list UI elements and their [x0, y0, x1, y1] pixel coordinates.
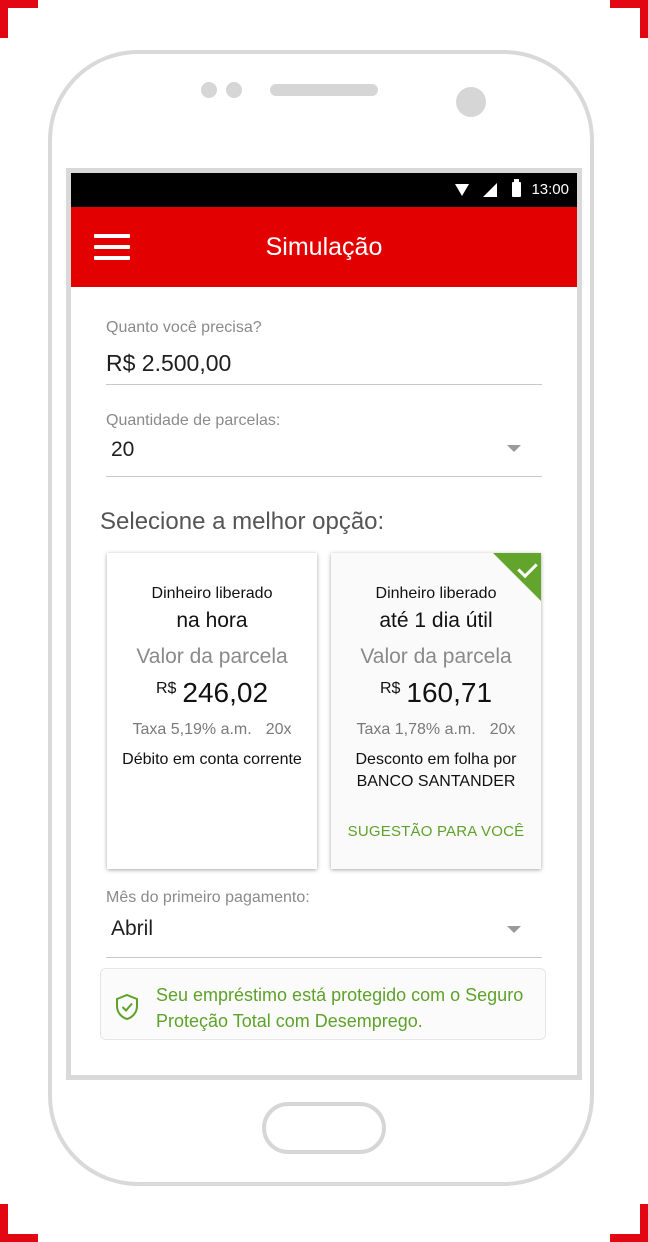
first-payment-select[interactable]: Abril [111, 917, 153, 941]
interest-rate: Taxa 1,78% a.m. [356, 721, 476, 738]
wifi-icon [455, 184, 469, 196]
release-time: até 1 dia útil [379, 609, 493, 632]
front-camera [456, 87, 486, 117]
first-payment-underline [106, 957, 542, 958]
home-button[interactable] [262, 1102, 386, 1154]
amount-input[interactable]: R$ 2.500,00 [106, 350, 231, 377]
amount-underline [106, 384, 542, 385]
signal-icon [483, 183, 497, 197]
payment-description: Débito em conta corrente [122, 751, 302, 768]
speaker-grille [270, 84, 378, 96]
suggestion-label: SUGESTÃO PARA VOCÊ [347, 823, 525, 840]
frame-corner-bottom-left [0, 1204, 38, 1242]
installment-label: Valor da parcela [360, 645, 512, 668]
installment-count: 20x [489, 721, 516, 738]
release-label: Dinheiro liberado [375, 585, 497, 602]
release-time: na hora [176, 609, 248, 632]
chevron-down-icon[interactable] [507, 445, 521, 452]
currency-symbol: R$ [379, 680, 401, 697]
installments-underline [106, 476, 542, 477]
shield-check-icon [116, 993, 138, 1021]
installment-price: R$ 246,02 [107, 677, 317, 709]
installment-label: Valor da parcela [136, 645, 288, 668]
battery-icon [512, 179, 521, 197]
frame-corner-top-left [0, 0, 38, 38]
rate-info: Taxa 5,19% a.m. 20x [107, 721, 317, 739]
installment-count: 20x [265, 721, 292, 738]
rate-info: Taxa 1,78% a.m. 20x [331, 721, 541, 739]
frame-corner-bottom-right [610, 1204, 648, 1242]
amount-label: Quanto você precisa? [106, 319, 262, 336]
installments-select[interactable]: 20 [111, 438, 134, 462]
currency-symbol: R$ [155, 680, 177, 697]
installments-label: Quantidade de parcelas: [106, 412, 281, 429]
frame-corner-top-right [610, 0, 648, 38]
status-bar: 13:00 [71, 173, 577, 207]
option-card-instant[interactable]: Dinheiro liberado na hora Valor da parce… [107, 553, 317, 869]
option-card-payroll[interactable]: Dinheiro liberado até 1 dia útil Valor d… [331, 553, 541, 869]
release-label: Dinheiro liberado [151, 585, 273, 602]
installment-price: R$ 160,71 [331, 677, 541, 709]
section-title: Selecione a melhor opção: [100, 508, 385, 535]
protection-notice: Seu empréstimo está protegido com o Segu… [100, 968, 546, 1040]
chevron-down-icon[interactable] [507, 926, 521, 933]
page-title: Simulação [265, 233, 383, 261]
app-bar: Simulação [71, 207, 577, 287]
interest-rate: Taxa 5,19% a.m. [132, 721, 252, 738]
sensor-dot [201, 82, 217, 98]
installment-amount: 246,02 [182, 677, 269, 708]
first-payment-label: Mês do primeiro pagamento: [106, 889, 310, 906]
payment-description: Desconto em folha por BANCO SANTANDER [355, 751, 517, 790]
protection-text: Seu empréstimo está protegido com o Segu… [156, 985, 524, 1031]
installment-amount: 160,71 [406, 677, 493, 708]
sensor-dot [226, 82, 242, 98]
phone-screen: 13:00 Simulação Quanto você precisa? R$ … [66, 168, 582, 1080]
status-time: 13:00 [531, 181, 569, 198]
